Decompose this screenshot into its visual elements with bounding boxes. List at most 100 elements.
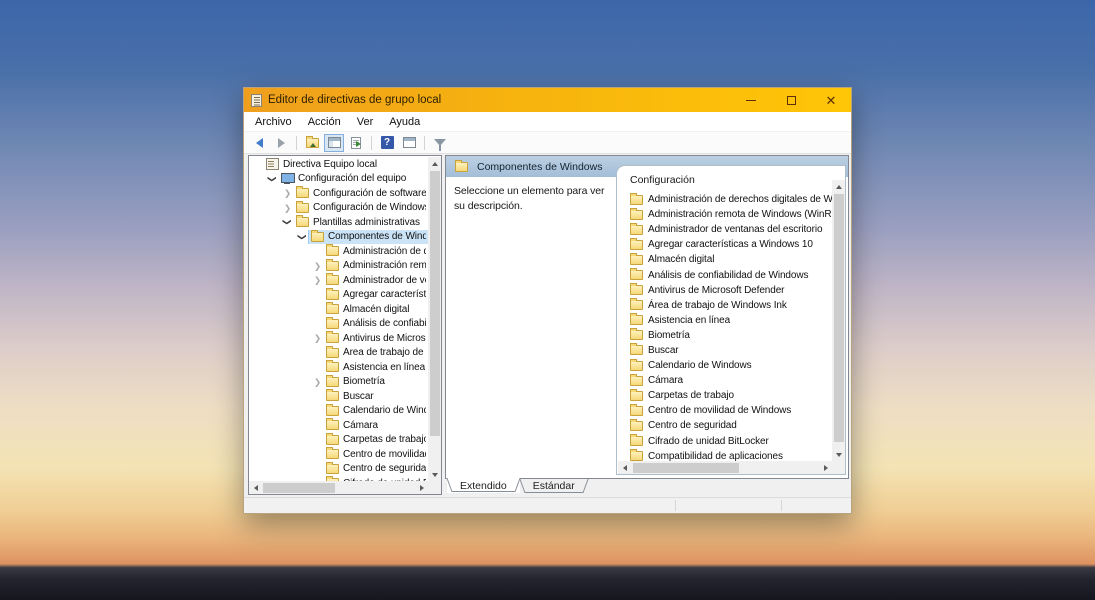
show-console-tree-button[interactable] [324,134,344,152]
list-item[interactable]: Calendario de Windows [617,358,832,373]
list-item[interactable]: Cifrado de unidad BitLocker [617,434,832,449]
scroll-down-button[interactable] [428,468,441,481]
list-item[interactable]: Agregar características a Windows 10 [617,237,832,252]
tab-edge [525,492,583,493]
chevron-expanded-icon[interactable]: ❯ [296,230,310,243]
export-list-button[interactable] [346,134,366,152]
list-item[interactable]: Análisis de confiabilidad de Windows [617,267,832,282]
folder-icon [296,203,309,213]
list-item[interactable]: Compatibilidad de aplicaciones [617,449,832,461]
tree-horizontal-scrollbar[interactable] [249,481,428,494]
list-item[interactable]: Centro de seguridad [617,418,832,433]
tree-item[interactable]: Cámara [249,418,428,433]
tree-item[interactable]: ❯Configuración del equipo [249,172,428,187]
tree-item[interactable]: ❯Componentes de Windows [249,230,428,245]
list-item[interactable]: Cámara [617,373,832,388]
titlebar[interactable]: Editor de directivas de grupo local ✕ [244,88,851,112]
new-window-icon [403,137,416,148]
scrollbar-thumb[interactable] [633,463,739,473]
tree-item[interactable]: ❯Plantillas administrativas [249,215,428,230]
tree-item[interactable]: Calendario de Windows [249,404,428,419]
forward-button[interactable] [271,134,291,152]
menu-ayuda[interactable]: Ayuda [381,114,428,130]
list-item[interactable]: Administración de derechos digitales de … [617,192,832,207]
tree-item-body: Análisis de confiabilidad [324,317,428,332]
scroll-right-button[interactable] [819,461,832,474]
chevron-collapsed-icon[interactable]: ❯ [311,259,324,273]
menu-ver[interactable]: Ver [349,114,382,130]
tree-item[interactable]: ❯Configuración de Windows [249,201,428,216]
chevron-collapsed-icon[interactable]: ❯ [311,375,324,389]
list-item-label: Análisis de confiabilidad de Windows [648,270,808,281]
tree-vertical-scrollbar[interactable] [428,157,441,481]
tree-item[interactable]: Centro de seguridad [249,462,428,477]
tree-item[interactable]: Administración de derec [249,244,428,259]
list-item[interactable]: Área de trabajo de Windows Ink [617,298,832,313]
tree-item[interactable]: Buscar [249,389,428,404]
scrollbar-thumb[interactable] [834,194,844,442]
scroll-left-button[interactable] [249,481,262,494]
column-header-configuracion[interactable]: Configuración [617,166,845,190]
statusbar-separator [781,500,782,511]
tree-item[interactable]: Directiva Equipo local [249,157,428,172]
list-item[interactable]: Antivirus de Microsoft Defender [617,283,832,298]
tree-item[interactable]: Análisis de confiabilidad [249,317,428,332]
folder-icon [296,217,309,227]
filter-button[interactable] [430,134,450,152]
folder-icon [326,435,339,445]
tree-item[interactable]: Carpetas de trabajo [249,433,428,448]
list-item[interactable]: Almacén digital [617,252,832,267]
close-button[interactable]: ✕ [811,88,851,112]
chevron-expanded-icon[interactable]: ❯ [281,216,295,229]
list-item[interactable]: Asistencia en línea [617,313,832,328]
list-vertical-scrollbar[interactable] [832,180,845,461]
list-item-label: Almacén digital [648,254,714,265]
list-horizontal-scrollbar[interactable] [618,461,832,474]
minimize-button[interactable] [731,88,771,112]
tree-item[interactable]: ❯Antivirus de Microsoft D [249,331,428,346]
scroll-right-button[interactable] [415,481,428,494]
scroll-up-button[interactable] [832,180,845,193]
list-item[interactable]: Administrador de ventanas del escritorio [617,222,832,237]
tree-item[interactable]: Asistencia en línea [249,360,428,375]
tree-item[interactable]: Agregar características a [249,288,428,303]
chevron-collapsed-icon[interactable]: ❯ [281,201,294,215]
scroll-left-button[interactable] [618,461,631,474]
back-button[interactable] [249,134,269,152]
tree-item[interactable]: Almacén digital [249,302,428,317]
scrollbar-thumb[interactable] [430,171,440,436]
selection-description: Seleccione un elemento para ver su descr… [454,184,612,214]
maximize-button[interactable] [771,88,811,112]
scroll-down-button[interactable] [832,448,845,461]
menu-archivo[interactable]: Archivo [247,114,300,130]
scrollbar-thumb[interactable] [263,483,335,493]
tree-item[interactable]: Centro de movilidad de [249,447,428,462]
tab-estandar[interactable]: Estándar [520,479,588,494]
chevron-collapsed-icon[interactable]: ❯ [311,331,324,345]
folder-icon [326,275,339,285]
list-item[interactable]: Administración remota de Windows (WinRM) [617,207,832,222]
scroll-up-button[interactable] [428,157,441,170]
chevron-expanded-icon[interactable]: ❯ [266,172,280,185]
list-item[interactable]: Centro de movilidad de Windows [617,403,832,418]
folder-icon [630,315,643,325]
tab-extendido[interactable]: Extendido [447,478,520,493]
tree-item[interactable]: ❯Administración remota d [249,259,428,274]
chevron-collapsed-icon[interactable]: ❯ [281,186,294,200]
help-button[interactable]: ? [377,134,397,152]
list-item-label: Antivirus de Microsoft Defender [648,285,784,296]
list-item[interactable]: Biometría [617,328,832,343]
tree-item[interactable]: ❯Configuración de software [249,186,428,201]
chevron-collapsed-icon[interactable]: ❯ [311,273,324,287]
tree-item[interactable]: ❯Biometría [249,375,428,390]
menu-accion[interactable]: Acción [300,114,349,130]
up-one-level-button[interactable] [302,134,322,152]
tree-item[interactable]: ❯Administrador de ventan [249,273,428,288]
list-item[interactable]: Buscar [617,343,832,358]
folder-icon [326,362,339,372]
tree-item-body: Cámara [324,418,428,433]
folder-icon [630,195,643,205]
new-window-button[interactable] [399,134,419,152]
tree-item[interactable]: Área de trabajo de Wind [249,346,428,361]
list-item[interactable]: Carpetas de trabajo [617,388,832,403]
